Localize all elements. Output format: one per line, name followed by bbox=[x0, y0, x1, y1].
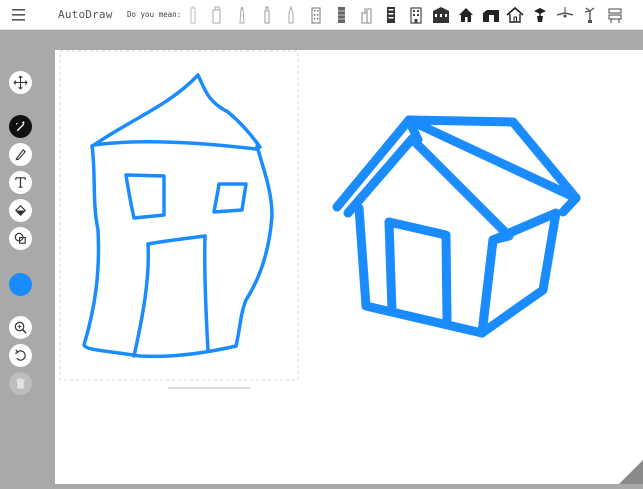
suggestion-palm-plant[interactable] bbox=[580, 5, 600, 25]
magnifier-icon bbox=[14, 321, 27, 334]
suggestion-cottage[interactable] bbox=[505, 5, 525, 25]
shape-tool[interactable] bbox=[9, 227, 32, 250]
suggestions-label: Do you mean: bbox=[127, 10, 182, 19]
skyscraper-icon bbox=[264, 6, 270, 24]
train-station-icon bbox=[608, 8, 622, 23]
palm-plant-icon bbox=[584, 7, 595, 23]
ceiling-fan-icon bbox=[556, 7, 574, 18]
undo-tool[interactable] bbox=[9, 344, 32, 367]
suggestion-townhouse[interactable] bbox=[431, 5, 451, 25]
suggestion-block-building[interactable] bbox=[406, 5, 426, 25]
barn-icon bbox=[483, 10, 499, 22]
suggestion-tower-building[interactable] bbox=[207, 5, 227, 25]
type-tool[interactable] bbox=[9, 171, 32, 194]
lighthouse-icon bbox=[239, 7, 245, 24]
suggestion-barn[interactable] bbox=[481, 5, 501, 25]
city-building-icon bbox=[361, 8, 372, 24]
app-title: AutoDraw bbox=[58, 8, 113, 21]
suggestion-rocket-tower[interactable] bbox=[281, 5, 301, 25]
suggestion-city-building[interactable] bbox=[356, 5, 376, 25]
potted-plant-icon bbox=[534, 8, 546, 22]
shapes-icon bbox=[14, 232, 26, 244]
suggestion-lighthouse[interactable] bbox=[232, 5, 252, 25]
hamburger-menu-icon[interactable] bbox=[9, 7, 31, 23]
house-icon bbox=[459, 8, 473, 22]
suggestion-apartment-building[interactable] bbox=[306, 5, 326, 25]
office-tower-icon bbox=[338, 7, 345, 23]
rocket-tower-icon bbox=[288, 5, 294, 24]
suggestion-skyscraper[interactable] bbox=[257, 5, 277, 25]
suggestion-house[interactable] bbox=[456, 5, 476, 25]
undo-icon bbox=[15, 349, 26, 361]
suggestion-train-station[interactable] bbox=[605, 5, 625, 25]
text-t-icon bbox=[15, 177, 26, 188]
pencil-icon bbox=[15, 148, 26, 161]
top-bar: AutoDraw Do you mean: bbox=[0, 0, 643, 30]
delete-tool[interactable] bbox=[9, 372, 32, 395]
suggestion-tall-building[interactable] bbox=[183, 5, 203, 25]
canvas-resize-corner[interactable] bbox=[619, 460, 643, 484]
zoom-tool[interactable] bbox=[9, 316, 32, 339]
move-tool[interactable] bbox=[9, 71, 32, 94]
townhouse-icon bbox=[433, 7, 449, 23]
apartment-building-icon bbox=[311, 7, 321, 24]
magic-pencil-icon bbox=[16, 120, 26, 132]
color-picker-swatch[interactable] bbox=[9, 273, 32, 296]
draw-tool[interactable] bbox=[9, 143, 32, 166]
block-building-icon bbox=[410, 7, 422, 24]
suggestion-potted-plant[interactable] bbox=[530, 5, 550, 25]
suggestion-office-tower[interactable] bbox=[331, 5, 351, 25]
hotel-building-icon bbox=[387, 7, 395, 23]
tall-building-icon bbox=[190, 6, 196, 24]
suggestion-hotel-building[interactable] bbox=[381, 5, 401, 25]
cottage-icon bbox=[506, 6, 524, 23]
paint-bucket-icon bbox=[15, 205, 26, 216]
move-arrows-icon bbox=[13, 75, 28, 90]
drawing-canvas[interactable] bbox=[55, 50, 643, 484]
suggestion-ceiling-fan[interactable] bbox=[555, 5, 575, 25]
tower-building-icon bbox=[212, 6, 221, 24]
autodraw-tool[interactable] bbox=[9, 115, 32, 138]
fill-tool[interactable] bbox=[9, 199, 32, 222]
trash-icon bbox=[16, 378, 25, 389]
